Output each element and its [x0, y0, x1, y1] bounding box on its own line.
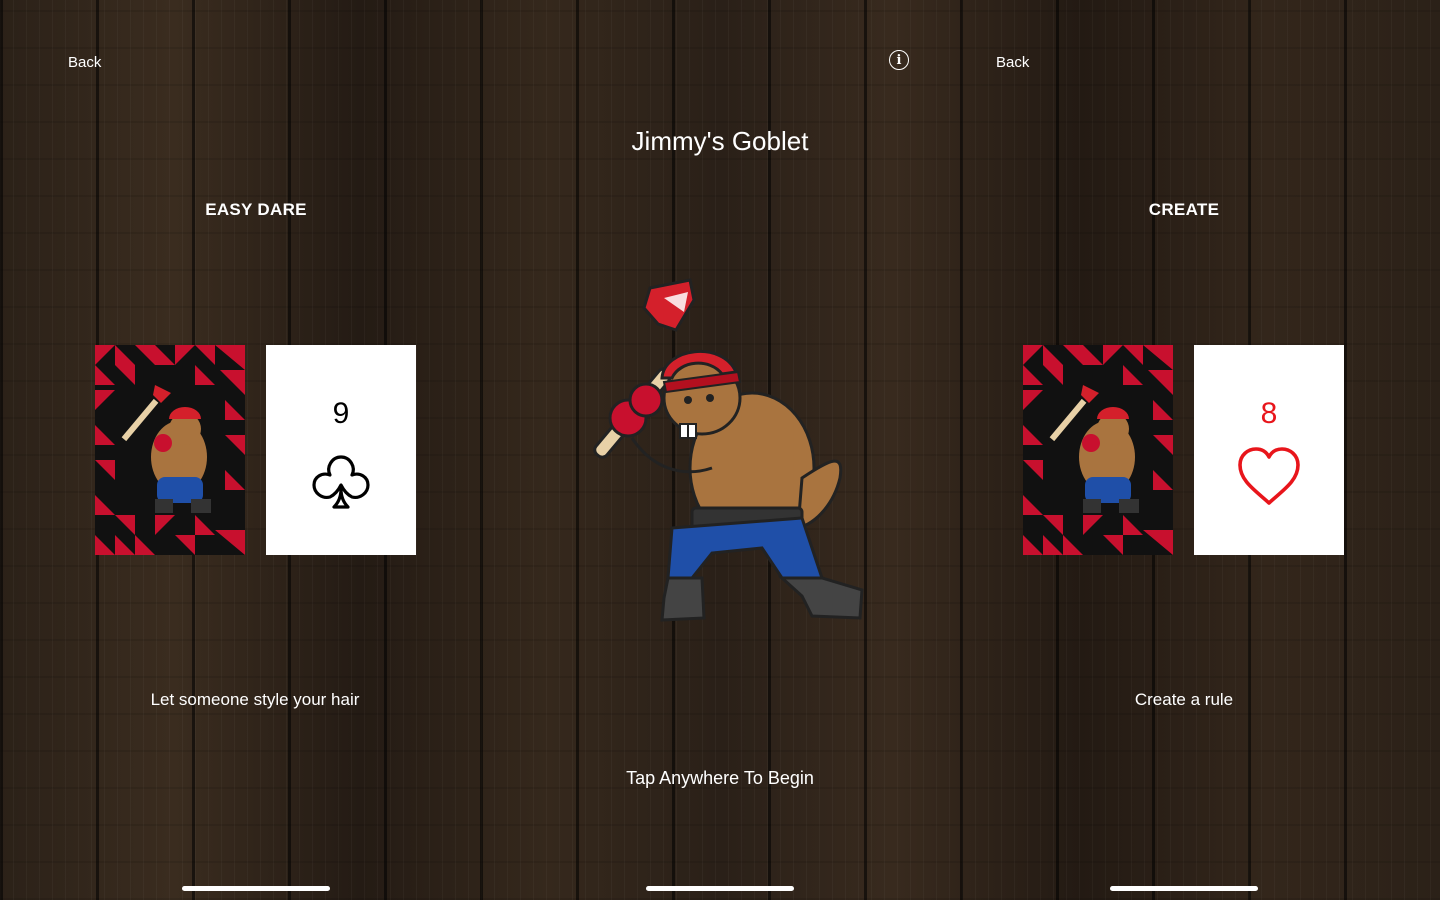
category-label-right: CREATE [1148, 200, 1220, 219]
home-indicator-left [182, 886, 330, 891]
back-button-left[interactable]: Back [68, 54, 101, 71]
back-button-right[interactable]: Back [996, 54, 1029, 71]
heart-icon [1236, 445, 1302, 516]
category-label-left: EASY DARE [205, 200, 307, 219]
info-icon[interactable]: i [889, 50, 909, 70]
card-back-pattern [95, 345, 245, 555]
beaver-lumberjack-icon [572, 278, 872, 633]
card-back-left [95, 345, 245, 555]
card-back-pattern [1023, 345, 1173, 555]
card-back-right [1023, 345, 1173, 555]
app-title: Jimmy's Goblet [631, 126, 809, 156]
card-prompt-left: Let someone style your hair [150, 690, 360, 709]
tap-to-begin[interactable]: Tap Anywhere To Begin [520, 768, 920, 789]
playing-card-left: 9 [266, 345, 416, 555]
home-indicator-right [1110, 886, 1258, 891]
home-indicator-center [646, 886, 794, 891]
card-rank-right: 8 [1260, 397, 1278, 430]
card-prompt-right: Create a rule [1134, 690, 1234, 709]
club-icon [308, 445, 374, 516]
card-rank-left: 9 [332, 397, 350, 430]
playing-card-right: 8 [1194, 345, 1344, 555]
